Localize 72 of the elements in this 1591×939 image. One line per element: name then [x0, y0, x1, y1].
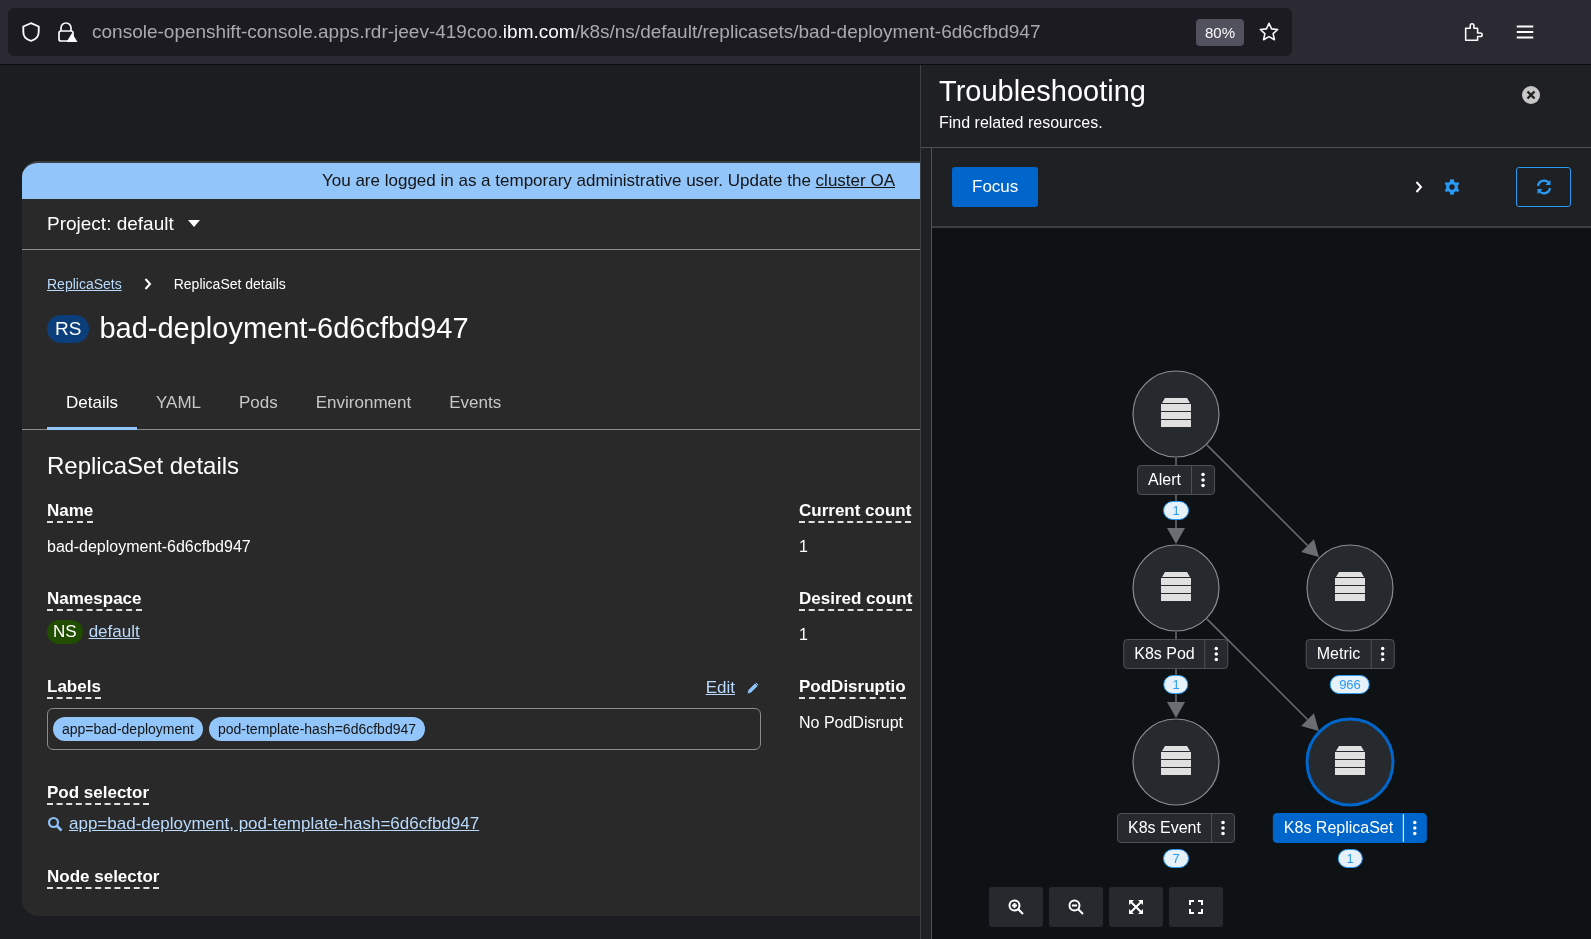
label-chip[interactable]: pod-template-hash=6d6cfbd947 [208, 717, 426, 741]
zoom-in-button[interactable] [989, 887, 1043, 927]
kebab-icon [1220, 820, 1225, 836]
namespace-link[interactable]: default [88, 622, 140, 642]
count-badge: 1 [1337, 849, 1363, 868]
zoom-out-button[interactable] [1049, 887, 1103, 927]
banner-link[interactable]: cluster OA [815, 171, 895, 190]
tab[interactable]: YAML [136, 381, 220, 430]
refresh-button[interactable] [1516, 167, 1571, 207]
tab[interactable]: Environment [296, 381, 431, 430]
kebab-icon [1413, 820, 1418, 836]
namespace-badge: NS [47, 620, 83, 644]
server-node[interactable] [1132, 718, 1220, 806]
fullscreen-icon [1188, 899, 1204, 915]
search-icon [47, 816, 63, 832]
field-label: Namespace [47, 589, 142, 611]
count-badge: 966 [1330, 675, 1370, 694]
field-value: No PodDisrupt [799, 714, 905, 732]
server-node[interactable] [1132, 370, 1220, 458]
drawer-subtitle: Find related resources. [939, 114, 1104, 132]
field-value: bad-deployment-6d6cfbd947 [47, 538, 252, 556]
expand-arrows-icon [1128, 899, 1144, 915]
selector-link[interactable]: app=bad-deployment, pod-template-hash=6d6cfbd947 [69, 814, 480, 834]
extensions-icon[interactable] [1462, 21, 1484, 43]
field-label: Desired count [799, 589, 913, 611]
field-label: Current count [799, 501, 912, 523]
field-label: Node selector [47, 867, 160, 889]
edit-link[interactable]: Edit [705, 678, 761, 698]
field-label: PodDisruptio [799, 677, 906, 699]
server-node[interactable] [1306, 544, 1394, 632]
breadcrumb-current: ReplicaSet details [173, 276, 286, 292]
chevron-right-icon [143, 278, 152, 290]
project-dropdown[interactable]: Project: default [47, 213, 200, 235]
label-chip[interactable]: app=bad-deployment [53, 717, 203, 741]
kebab-icon [1200, 472, 1205, 488]
fullscreen-button[interactable] [1169, 887, 1223, 927]
star-icon[interactable] [1258, 21, 1280, 43]
field-label: Pod selector [47, 783, 150, 805]
field-label: Name [47, 501, 94, 523]
banner-message: You are logged in as a temporary administrative user. Update the cluster OA [322, 171, 895, 191]
count-badge: 1 [1163, 675, 1189, 694]
count-badge: 1 [1163, 501, 1189, 520]
server-node[interactable] [1305, 717, 1395, 807]
shield-icon [20, 21, 42, 43]
page-title: bad-deployment-6d6cfbd947 [99, 312, 469, 345]
close-icon[interactable] [1521, 85, 1541, 105]
tab[interactable]: Events [430, 381, 521, 430]
zoom-in-icon [1008, 899, 1024, 915]
breadcrumb-link[interactable]: ReplicaSets [47, 276, 122, 292]
address-bar[interactable]: console-openshift-console.apps.rdr-jeev-419coo.ibm.com/k8s/ns/default/replicasets/bad-deployment-6d6cfbd947 80% [8, 8, 1292, 56]
focus-button[interactable]: Focus [952, 167, 1039, 207]
settings-icon[interactable] [1443, 178, 1461, 196]
lock-warning-icon [56, 21, 78, 43]
kebab-icon [1214, 646, 1219, 662]
field-value: 1 [799, 538, 809, 556]
tab[interactable]: Pods [220, 381, 297, 430]
zoom-level-badge[interactable]: 80% [1195, 18, 1244, 46]
caret-icon [187, 220, 200, 228]
kebab-icon [1380, 646, 1385, 662]
fit-button[interactable] [1109, 887, 1163, 927]
count-badge: 7 [1163, 849, 1189, 868]
zoom-out-icon [1068, 899, 1084, 915]
tab[interactable]: Details [47, 381, 137, 430]
resource-badge: RS [47, 314, 90, 343]
field-label: Labels [47, 677, 101, 699]
url-text: console-openshift-console.apps.rdr-jeev-419coo.ibm.com/k8s/ns/default/replicasets/bad-deployment-6d6cfbd947 [92, 21, 1042, 43]
drawer-title: Troubleshooting [939, 75, 1146, 108]
chevron-right-icon[interactable] [1415, 181, 1423, 193]
pencil-icon [745, 680, 761, 696]
section-heading: ReplicaSet details [47, 452, 241, 480]
server-node[interactable] [1132, 544, 1220, 632]
field-value: 1 [799, 626, 809, 644]
